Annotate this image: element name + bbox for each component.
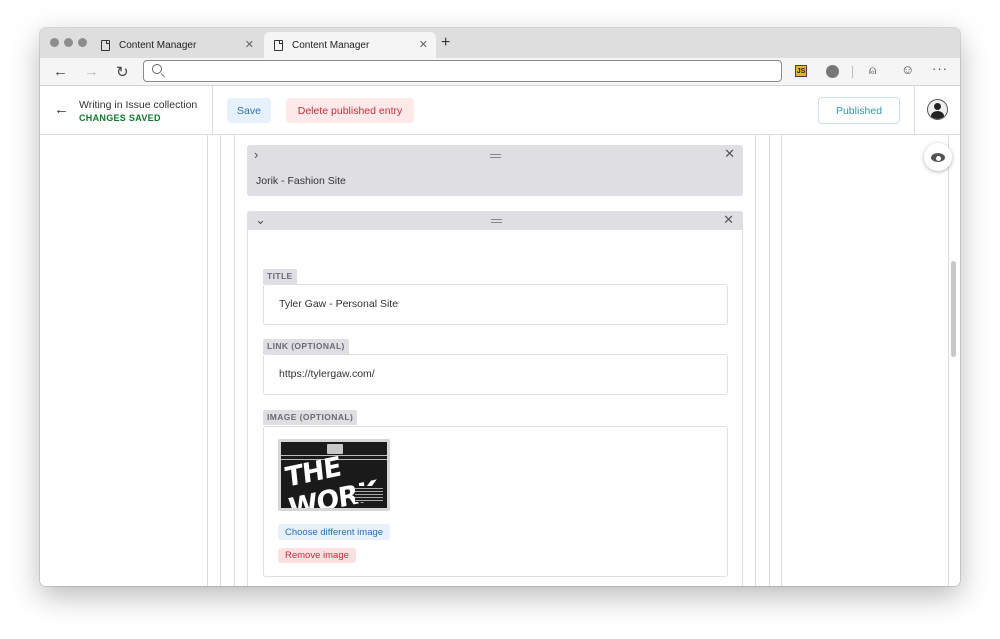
reload-icon[interactable]: ↻ [116, 63, 129, 81]
editor-content: › ✕ Jorik - Fashion Site ⌄ ✕ TITLE Tyler… [40, 135, 960, 586]
more-icon[interactable]: ··· [932, 61, 948, 76]
preview-button[interactable] [924, 143, 952, 171]
emoji-icon[interactable]: ☺ [901, 62, 914, 77]
close-icon[interactable]: ✕ [724, 146, 735, 162]
close-window-button[interactable] [50, 38, 59, 47]
column-divider [207, 135, 208, 586]
image-field-label: IMAGE (OPTIONAL) [263, 410, 358, 425]
column-divider [234, 135, 235, 586]
browser-tab-2[interactable]: Content Manager ✕ [264, 32, 436, 58]
new-tab-icon[interactable]: + [441, 34, 450, 52]
profile-icon[interactable]: ⍝ [869, 63, 876, 78]
forward-arrow-icon[interactable]: → [84, 63, 99, 80]
list-item-topbar: ⌄ ✕ [248, 212, 742, 230]
column-divider [781, 135, 782, 586]
column-divider [769, 135, 770, 586]
image-field: THE WORK Choose different image Remove i… [263, 426, 728, 577]
chevron-down-icon[interactable]: ⌄ [255, 212, 266, 228]
link-input[interactable]: https://tylergaw.com/ [263, 354, 728, 395]
column-divider [220, 135, 221, 586]
eye-icon [931, 152, 945, 162]
title-field-label: TITLE [263, 269, 297, 284]
chevron-right-icon[interactable]: › [254, 147, 258, 162]
choose-different-image-button[interactable]: Choose different image [278, 524, 391, 540]
column-divider [755, 135, 756, 586]
document-icon [101, 39, 110, 51]
search-icon [152, 64, 162, 74]
column-divider [948, 135, 949, 586]
document-icon [274, 39, 283, 51]
tab-title: Content Manager [292, 39, 370, 51]
toolbar-divider [852, 66, 853, 78]
title-input[interactable]: Tyler Gaw - Personal Site [263, 284, 728, 325]
collection-label: Writing in Issue collection [79, 99, 198, 111]
drag-handle-icon[interactable] [490, 154, 501, 158]
close-icon[interactable]: ✕ [245, 38, 254, 51]
avatar[interactable] [927, 99, 948, 120]
close-icon[interactable]: ✕ [419, 38, 428, 51]
browser-toolbar: ← → ↻ JS ⍝ ☺ ··· [40, 58, 960, 86]
thumb-body-text [355, 486, 383, 502]
back-arrow-icon[interactable]: ← [53, 63, 68, 80]
save-button[interactable]: Save [227, 98, 271, 123]
back-arrow-icon[interactable]: ← [54, 101, 69, 118]
tab-title: Content Manager [119, 39, 197, 51]
zoom-window-button[interactable] [78, 38, 87, 47]
save-status: CHANGES SAVED [79, 113, 161, 123]
link-field-label: LINK (OPTIONAL) [263, 339, 349, 354]
published-button[interactable]: Published [818, 97, 900, 124]
ghostery-extension-icon[interactable] [826, 65, 839, 78]
list-item-collapsed[interactable]: › ✕ Jorik - Fashion Site [247, 145, 743, 196]
editor-header: ← Writing in Issue collection CHANGES SA… [40, 86, 960, 135]
list-item-title: Jorik - Fashion Site [256, 175, 346, 187]
header-divider [212, 86, 213, 135]
drag-handle-icon[interactable] [491, 219, 502, 223]
header-divider [914, 86, 915, 135]
js-extension-icon[interactable]: JS [795, 65, 807, 77]
delete-published-entry-button[interactable]: Delete published entry [286, 98, 414, 123]
remove-image-button[interactable]: Remove image [278, 548, 356, 563]
tab-bar: Content Manager ✕ Content Manager ✕ + [40, 28, 960, 58]
list-item-expanded: ⌄ ✕ TITLE Tyler Gaw - Personal Site LINK… [247, 211, 743, 586]
browser-window: Content Manager ✕ Content Manager ✕ + ← … [40, 28, 960, 586]
minimize-window-button[interactable] [64, 38, 73, 47]
scrollbar[interactable] [951, 261, 956, 357]
image-thumbnail: THE WORK [278, 439, 390, 511]
close-icon[interactable]: ✕ [723, 212, 734, 228]
address-bar[interactable] [143, 60, 782, 82]
browser-tab-1[interactable]: Content Manager ✕ [91, 32, 262, 58]
